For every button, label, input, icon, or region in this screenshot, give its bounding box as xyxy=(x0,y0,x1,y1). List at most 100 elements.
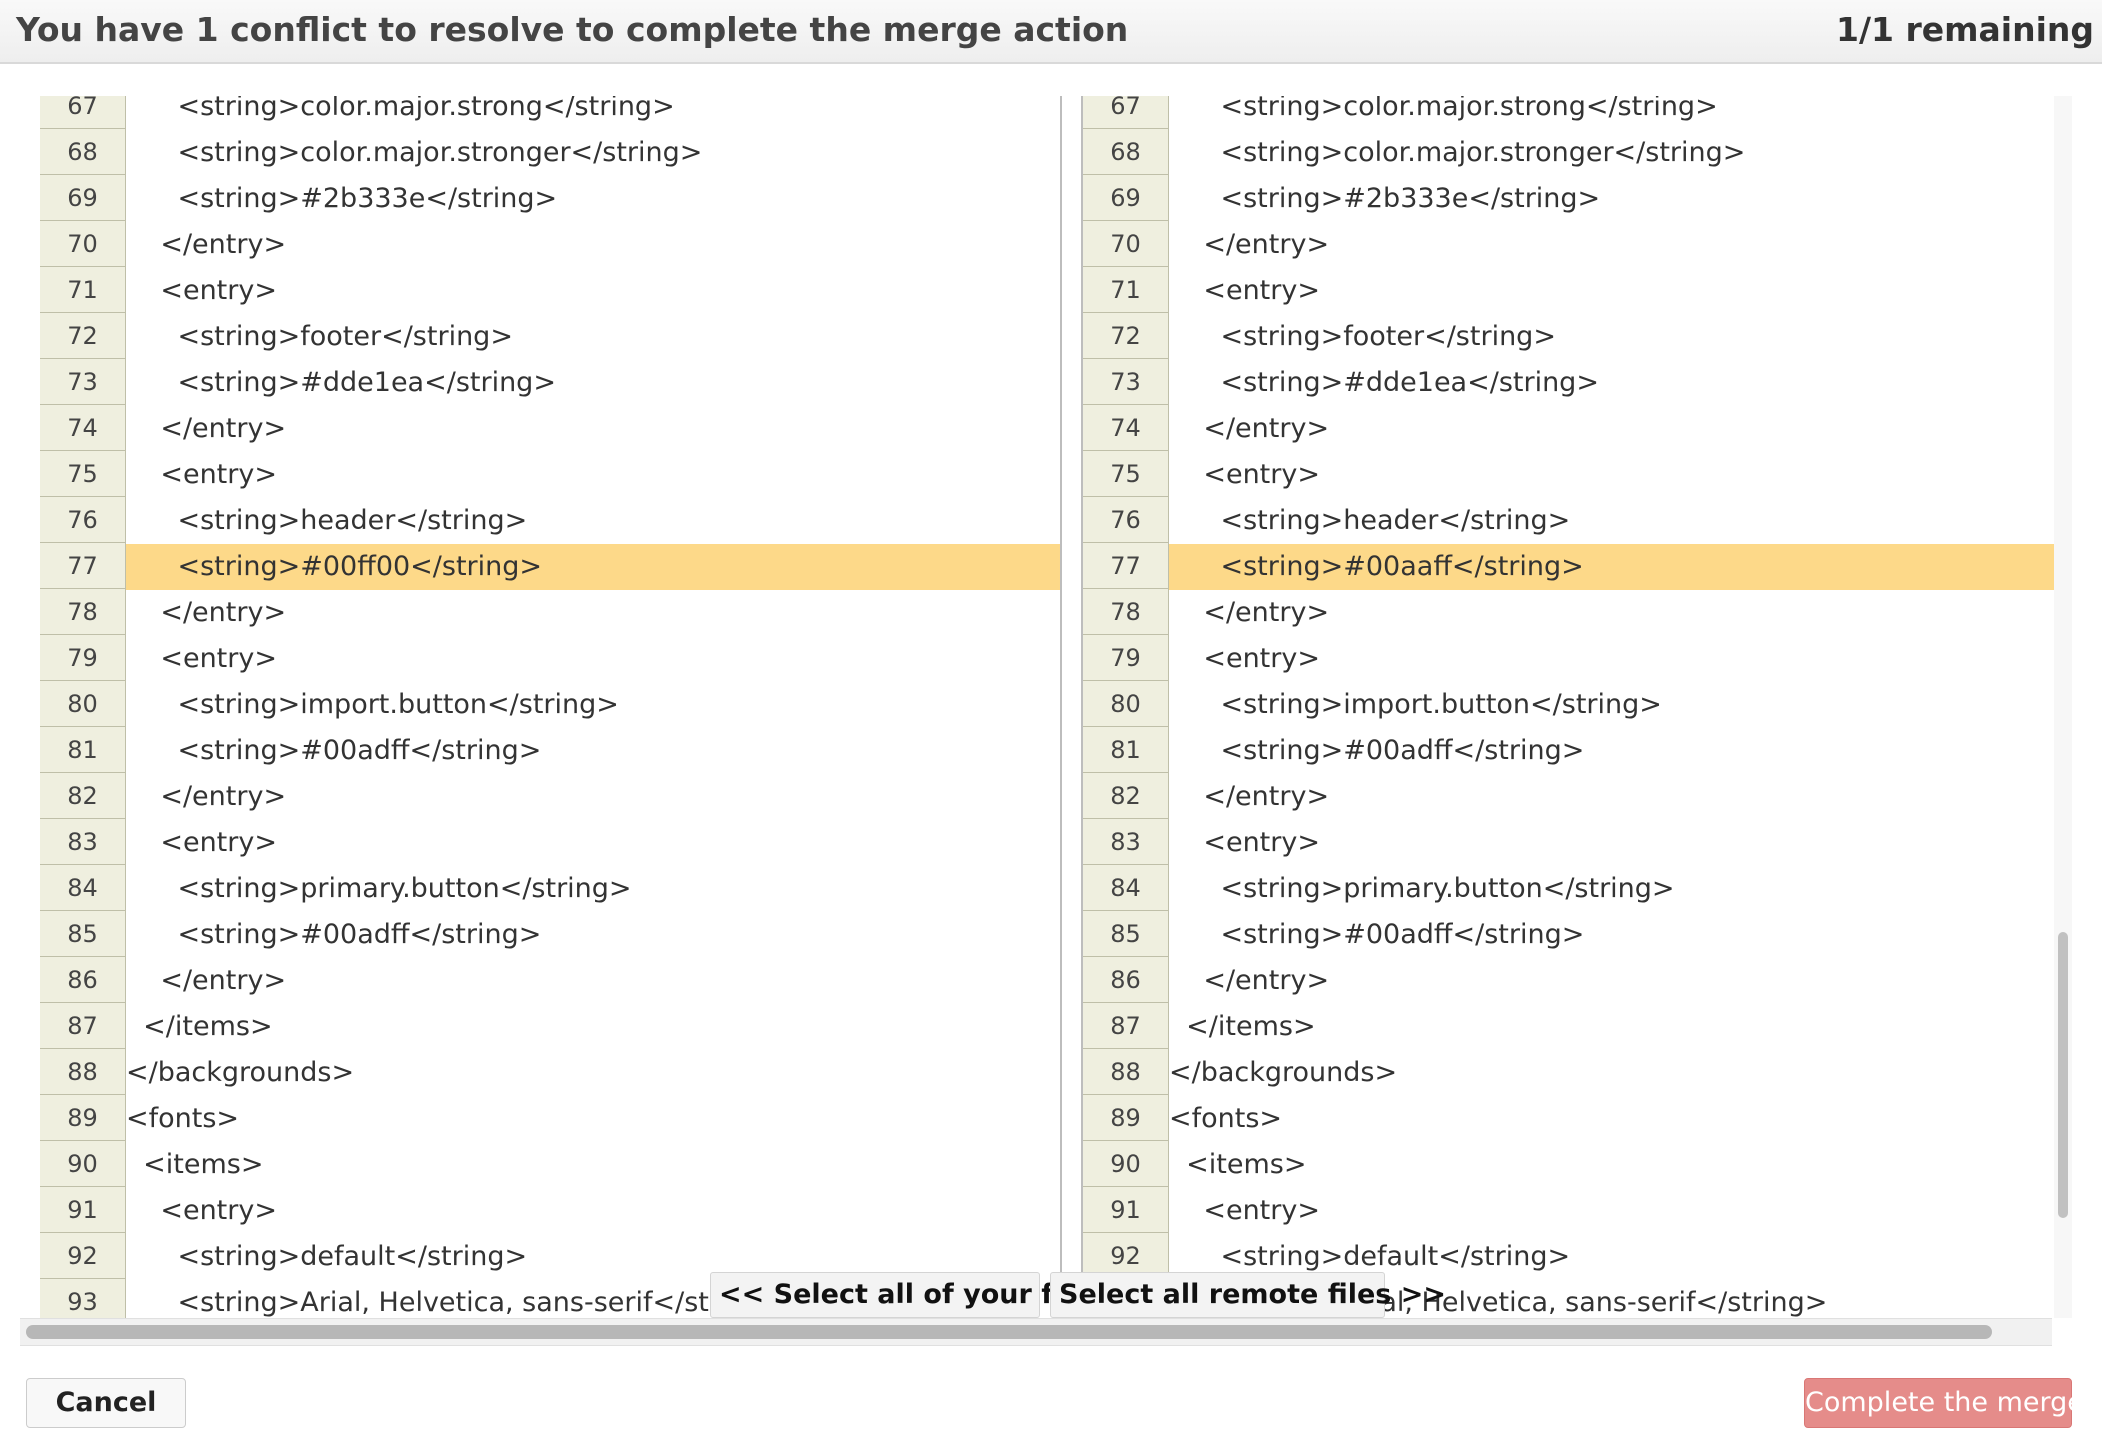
code-line: 67 <string>color.major.strong</string> xyxy=(1083,96,2055,130)
line-code: <string>#00adff</string> xyxy=(1169,919,1585,950)
code-line: 70 </entry> xyxy=(1083,222,2055,268)
code-line: 75 <entry> xyxy=(1083,452,2055,498)
code-line: 71 <entry> xyxy=(40,268,1060,314)
line-code: <string>footer</string> xyxy=(126,321,513,352)
line-number: 77 xyxy=(1083,544,1168,589)
line-number: 75 xyxy=(1083,452,1168,497)
code-line: 90 <items> xyxy=(1083,1142,2055,1188)
line-code: <string>color.major.stronger</string> xyxy=(126,137,703,168)
line-number: 72 xyxy=(40,314,125,359)
line-number: 68 xyxy=(40,130,125,175)
line-code: </backgrounds> xyxy=(1169,1057,1398,1088)
line-number: 79 xyxy=(1083,636,1168,681)
line-number: 67 xyxy=(40,96,125,129)
line-number: 75 xyxy=(40,452,125,497)
code-line: 71 <entry> xyxy=(1083,268,2055,314)
line-number: 80 xyxy=(1083,682,1168,727)
line-code: <entry> xyxy=(126,643,277,674)
code-line: 82 </entry> xyxy=(1083,774,2055,820)
line-code: <string>color.major.stronger</string> xyxy=(1169,137,1746,168)
line-number: 91 xyxy=(40,1188,125,1233)
conflict-line[interactable]: 77 <string>#00ff00</string> xyxy=(40,544,1060,590)
merge-header: You have 1 conflict to resolve to comple… xyxy=(0,0,2102,64)
code-line: 73 <string>#dde1ea</string> xyxy=(1083,360,2055,406)
line-code: <entry> xyxy=(126,1195,277,1226)
line-number: 81 xyxy=(40,728,125,773)
line-code: <string>#00ff00</string> xyxy=(126,544,1060,590)
line-code: </entry> xyxy=(1169,781,1330,812)
line-code: </items> xyxy=(1169,1011,1316,1042)
line-number: 74 xyxy=(40,406,125,451)
line-code: <entry> xyxy=(1169,1195,1320,1226)
line-number: 88 xyxy=(1083,1050,1168,1095)
line-code: <string>import.button</string> xyxy=(1169,689,1662,720)
code-lines: 67 <string>color.major.strong</string> 68… xyxy=(40,96,1060,1318)
line-number: 86 xyxy=(40,958,125,1003)
code-line: 86 </entry> xyxy=(1083,958,2055,1004)
line-code: <string>#2b333e</string> xyxy=(1169,183,1601,214)
code-line: 72 <string>footer</string> xyxy=(40,314,1060,360)
conflict-line[interactable]: 77 <string>#00aaff</string> xyxy=(1083,544,2055,590)
horizontal-scrollbar[interactable] xyxy=(20,1318,2052,1346)
line-code: <fonts> xyxy=(126,1103,240,1134)
line-code: <entry> xyxy=(1169,275,1320,306)
code-line: 90 <items> xyxy=(40,1142,1060,1188)
line-number: 76 xyxy=(40,498,125,543)
line-number: 70 xyxy=(40,222,125,267)
line-code: <string>#dde1ea</string> xyxy=(126,367,556,398)
line-code: </entry> xyxy=(1169,597,1330,628)
code-line: 79 <entry> xyxy=(40,636,1060,682)
select-all-your-files-button[interactable]: << Select all of your files xyxy=(710,1272,1105,1318)
line-number: 90 xyxy=(1083,1142,1168,1187)
cancel-button[interactable]: Cancel xyxy=(26,1378,186,1428)
line-number: 92 xyxy=(40,1234,125,1279)
code-line: 81 <string>#00adff</string> xyxy=(40,728,1060,774)
code-line: 76 <string>header</string> xyxy=(40,498,1060,544)
line-number: 84 xyxy=(40,866,125,911)
code-line: 78 </entry> xyxy=(40,590,1060,636)
vertical-scroll-thumb[interactable] xyxy=(2058,932,2068,1218)
line-code: <entry> xyxy=(1169,643,1320,674)
code-lines: 67 <string>color.major.strong</string> 68… xyxy=(1083,96,2055,1318)
code-line: 89 <fonts> xyxy=(1083,1096,2055,1142)
code-line: 89 <fonts> xyxy=(40,1096,1060,1142)
line-code: <string>#00adff</string> xyxy=(126,735,542,766)
code-line: 84 <string>primary.button</string> xyxy=(1083,866,2055,912)
line-code: </entry> xyxy=(126,781,287,812)
code-line: 81 <string>#00adff</string> xyxy=(1083,728,2055,774)
line-number: 71 xyxy=(40,268,125,313)
line-number: 83 xyxy=(40,820,125,865)
complete-merge-button[interactable]: Complete the merge xyxy=(1804,1378,2084,1428)
code-line: 88 </backgrounds> xyxy=(40,1050,1060,1096)
code-line: 87 </items> xyxy=(1083,1004,2055,1050)
select-all-remote-files-button[interactable]: Select all remote files >> xyxy=(1050,1272,1446,1318)
code-line: 83 <entry> xyxy=(1083,820,2055,866)
remote-file-pane[interactable]: 67 <string>color.major.strong</string> 68… xyxy=(1081,96,2055,1318)
line-number: 73 xyxy=(40,360,125,405)
line-number: 85 xyxy=(1083,912,1168,957)
code-line: 80 <string>import.button</string> xyxy=(40,682,1060,728)
dialog-footer: Cancel Complete the merge xyxy=(0,1348,2102,1452)
line-code: <fonts> xyxy=(1169,1103,1283,1134)
line-code: </entry> xyxy=(126,413,287,444)
line-code: <entry> xyxy=(126,275,277,306)
line-code: <string>primary.button</string> xyxy=(1169,873,1675,904)
line-code: </entry> xyxy=(126,229,287,260)
line-code: <items> xyxy=(126,1149,264,1180)
line-code: </items> xyxy=(126,1011,273,1042)
horizontal-scroll-thumb[interactable] xyxy=(26,1325,1992,1339)
remaining-count: 1/1 remaining xyxy=(1835,10,2094,49)
line-code: <string>import.button</string> xyxy=(126,689,619,720)
code-line: 69 <string>#2b333e</string> xyxy=(40,176,1060,222)
line-number: 86 xyxy=(1083,958,1168,1003)
local-file-pane[interactable]: 67 <string>color.major.strong</string> 68… xyxy=(40,96,1062,1318)
code-line: 72 <string>footer</string> xyxy=(1083,314,2055,360)
vertical-scrollbar[interactable] xyxy=(2054,96,2072,1318)
line-code: <string>color.major.strong</string> xyxy=(126,96,675,122)
code-line: 68 <string>color.major.stronger</string> xyxy=(1083,130,2055,176)
line-number: 87 xyxy=(40,1004,125,1049)
line-code: </entry> xyxy=(1169,965,1330,996)
line-code: <string>#00adff</string> xyxy=(126,919,542,950)
line-number: 71 xyxy=(1083,268,1168,313)
code-line: 91 <entry> xyxy=(40,1188,1060,1234)
